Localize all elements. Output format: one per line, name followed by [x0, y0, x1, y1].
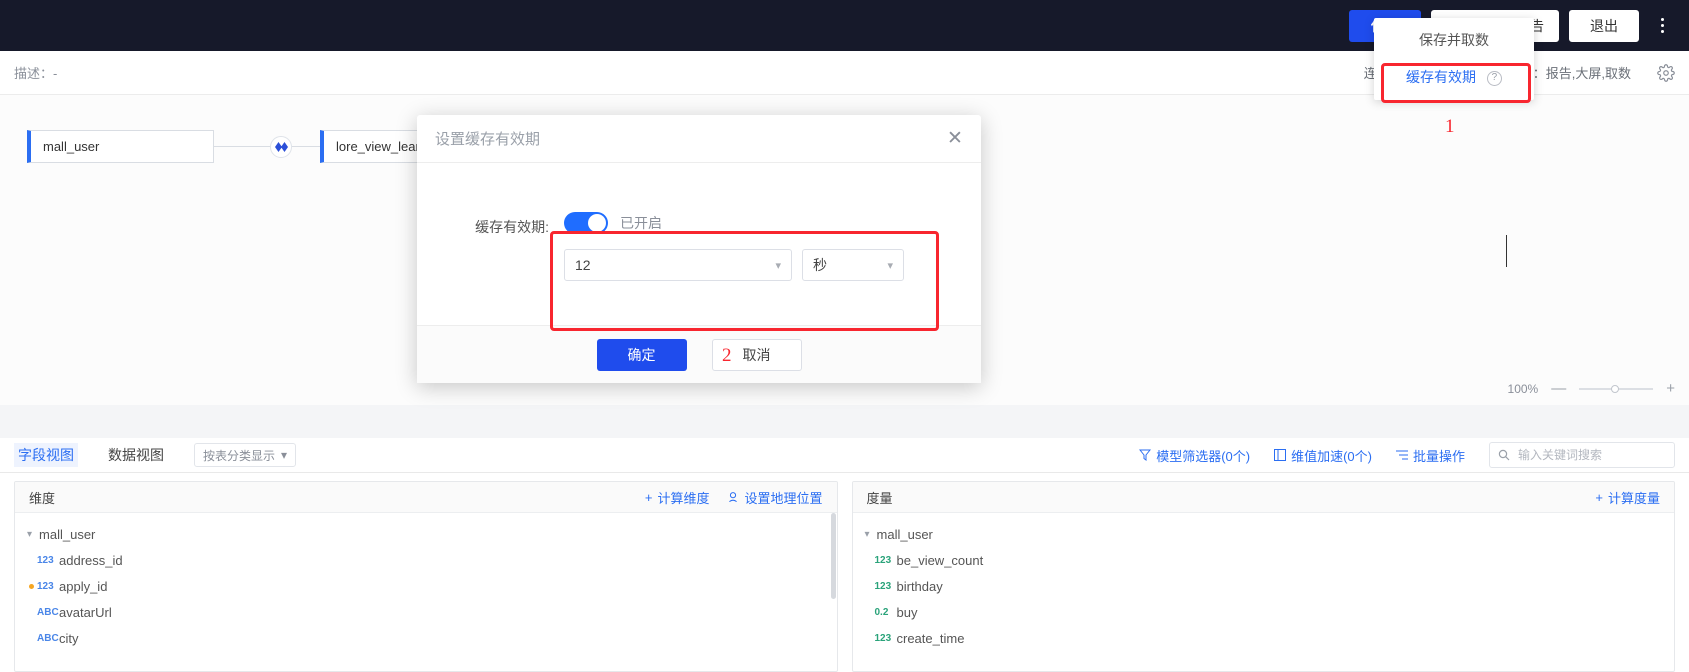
- cache-validity-form-row: 缓存有效期: 已开启 12 ▾ 秒 ▾: [417, 163, 981, 281]
- app-root: 保存 保存并新建报告 退出 保存并取数 缓存有效期 ? 1 描述：- 连接方式：…: [0, 0, 1689, 672]
- dialog-body: 缓存有效期: 已开启 12 ▾ 秒 ▾ 2: [417, 163, 981, 366]
- help-icon[interactable]: ?: [1486, 70, 1502, 86]
- close-icon[interactable]: ✕: [945, 129, 965, 149]
- duration-value-select[interactable]: 12 ▾: [564, 249, 792, 281]
- chevron-down-icon: ▾: [775, 259, 781, 272]
- cache-toggle-line: 已开启: [564, 211, 904, 235]
- cache-enable-toggle[interactable]: [564, 212, 608, 234]
- duration-unit-text: 秒: [813, 257, 827, 273]
- dialog-header: 设置缓存有效期 ✕: [417, 115, 981, 163]
- dropdown-item-cache-validity[interactable]: 缓存有效期 ?: [1374, 59, 1534, 96]
- cache-validity-dialog: 设置缓存有效期 ✕ 缓存有效期: 已开启 12 ▾ 秒 ▾ 2 确定 取消: [417, 115, 981, 383]
- confirm-button[interactable]: 确定: [596, 338, 687, 371]
- dropdown-item-label: 缓存有效期: [1406, 69, 1477, 85]
- chevron-down-icon: ▾: [887, 259, 893, 272]
- cache-validity-controls: 已开启 12 ▾ 秒 ▾: [549, 211, 904, 281]
- annotation-marker-2: 2: [722, 345, 732, 366]
- dialog-footer: 确定 取消: [417, 325, 981, 383]
- duration-value-text: 12: [575, 257, 591, 273]
- dropdown-item-label: 保存并取数: [1419, 32, 1489, 48]
- more-options-dropdown: 保存并取数 缓存有效期 ?: [1374, 18, 1534, 100]
- duration-selects: 12 ▾ 秒 ▾: [564, 249, 904, 281]
- toggle-state-label: 已开启: [620, 215, 662, 231]
- annotation-marker-1: 1: [1445, 116, 1455, 137]
- duration-unit-select[interactable]: 秒 ▾: [802, 249, 904, 281]
- dropdown-item-save-and-fetch[interactable]: 保存并取数: [1374, 22, 1534, 59]
- cache-validity-label: 缓存有效期:: [475, 219, 549, 235]
- dialog-title: 设置缓存有效期: [435, 131, 541, 148]
- toggle-knob: [588, 214, 606, 232]
